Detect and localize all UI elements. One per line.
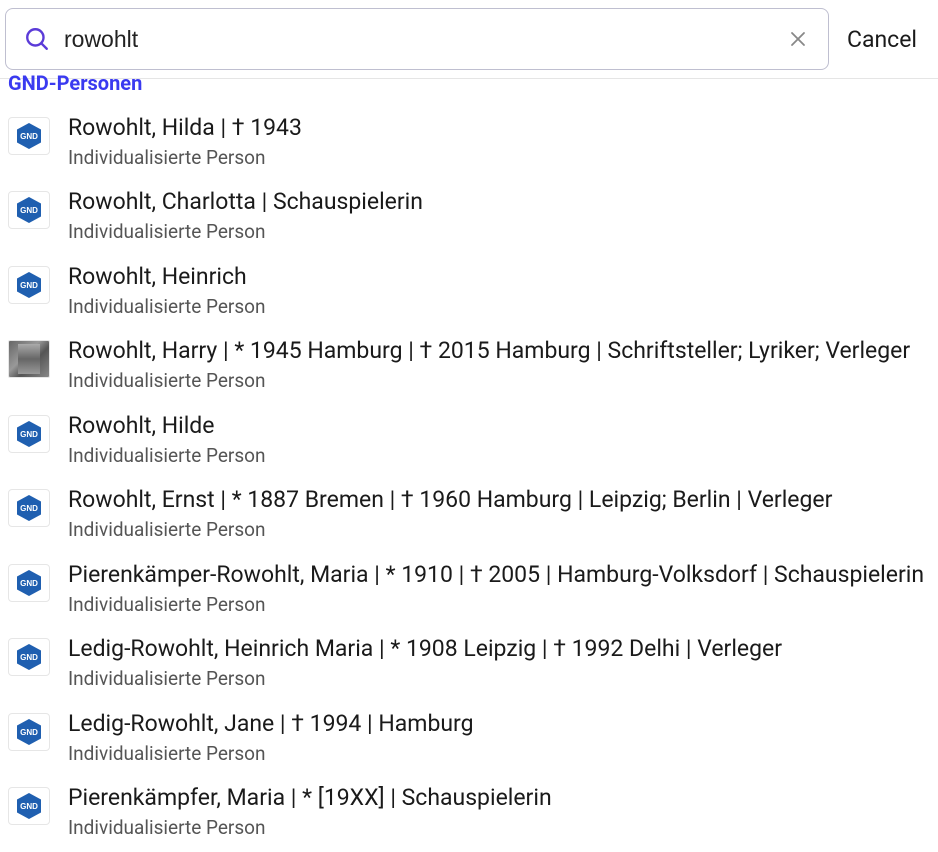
result-title: Ledig-Rowohlt, Heinrich Maria | * 1908 L… (68, 634, 930, 664)
gnd-hexagon-icon: GND (15, 643, 43, 671)
gnd-badge: GND (8, 266, 50, 304)
result-text: Pierenkämper-Rowohlt, Maria | * 1910 | †… (68, 560, 930, 618)
result-subtitle: Individualisierte Person (68, 592, 930, 619)
result-text: Ledig-Rowohlt, Jane | † 1994 | Hamburg I… (68, 709, 930, 767)
gnd-badge: GND (8, 191, 50, 229)
svg-text:GND: GND (20, 728, 38, 737)
result-subtitle: Individualisierte Person (68, 741, 930, 768)
search-bar: Cancel (0, 0, 938, 79)
result-title: Rowohlt, Hilde (68, 411, 930, 441)
result-item[interactable]: GND Rowohlt, Ernst | * 1887 Bremen | † 1… (8, 479, 930, 553)
svg-text:GND: GND (20, 430, 38, 439)
result-subtitle: Individualisierte Person (68, 666, 930, 693)
gnd-badge: GND (8, 117, 50, 155)
result-text: Rowohlt, Ernst | * 1887 Bremen | † 1960 … (68, 485, 930, 543)
result-subtitle: Individualisierte Person (68, 815, 930, 842)
svg-text:GND: GND (20, 504, 38, 513)
result-text: Rowohlt, Heinrich Individualisierte Pers… (68, 262, 930, 320)
result-title: Pierenkämper-Rowohlt, Maria | * 1910 | †… (68, 560, 930, 590)
result-title: Rowohlt, Ernst | * 1887 Bremen | † 1960 … (68, 485, 930, 515)
gnd-badge: GND (8, 415, 50, 453)
section-header: GND-Personen (0, 73, 938, 93)
result-title: Rowohlt, Charlotta | Schauspielerin (68, 187, 930, 217)
gnd-hexagon-icon: GND (15, 196, 43, 224)
svg-text:GND: GND (20, 802, 38, 811)
result-subtitle: Individualisierte Person (68, 294, 930, 321)
clear-icon[interactable] (784, 25, 812, 53)
result-title: Rowohlt, Heinrich (68, 262, 930, 292)
result-item[interactable]: GND Pierenkämpfer, Maria | * [19XX] | Sc… (8, 777, 930, 851)
result-item[interactable]: GND Ledig-Rowohlt, Heinrich Maria | * 19… (8, 628, 930, 702)
svg-text:GND: GND (20, 281, 38, 290)
result-text: Rowohlt, Harry | * 1945 Hamburg | † 2015… (68, 336, 930, 394)
svg-text:GND: GND (20, 132, 38, 141)
result-item[interactable]: GND Rowohlt, Hilde Individualisierte Per… (8, 405, 930, 479)
gnd-badge: GND (8, 489, 50, 527)
result-subtitle: Individualisierte Person (68, 145, 930, 172)
gnd-hexagon-icon: GND (15, 494, 43, 522)
result-title: Pierenkämpfer, Maria | * [19XX] | Schaus… (68, 783, 930, 813)
search-icon (24, 26, 50, 52)
result-title: Rowohlt, Hilda | † 1943 (68, 113, 930, 143)
result-text: Rowohlt, Hilda | † 1943 Individualisiert… (68, 113, 930, 171)
result-text: Rowohlt, Hilde Individualisierte Person (68, 411, 930, 469)
svg-text:GND: GND (20, 579, 38, 588)
result-item[interactable]: GND Ledig-Rowohlt, Jane | † 1994 | Hambu… (8, 703, 930, 777)
gnd-hexagon-icon: GND (15, 569, 43, 597)
results-list: GND Rowohlt, Hilda | † 1943 Individualis… (0, 107, 938, 852)
result-title: Rowohlt, Harry | * 1945 Hamburg | † 2015… (68, 336, 930, 366)
result-subtitle: Individualisierte Person (68, 443, 930, 470)
result-title: Ledig-Rowohlt, Jane | † 1994 | Hamburg (68, 709, 930, 739)
gnd-hexagon-icon: GND (15, 718, 43, 746)
result-item[interactable]: GND Rowohlt, Charlotta | Schauspielerin … (8, 181, 930, 255)
gnd-hexagon-icon: GND (15, 271, 43, 299)
result-item[interactable]: Rowohlt, Harry | * 1945 Hamburg | † 2015… (8, 330, 930, 404)
result-item[interactable]: GND Rowohlt, Hilda | † 1943 Individualis… (8, 107, 930, 181)
search-input[interactable] (64, 26, 770, 53)
cancel-button[interactable]: Cancel (847, 26, 933, 53)
result-text: Ledig-Rowohlt, Heinrich Maria | * 1908 L… (68, 634, 930, 692)
result-subtitle: Individualisierte Person (68, 219, 930, 246)
gnd-hexagon-icon: GND (15, 122, 43, 150)
svg-text:GND: GND (20, 653, 38, 662)
result-item[interactable]: GND Rowohlt, Heinrich Individualisierte … (8, 256, 930, 330)
gnd-badge: GND (8, 787, 50, 825)
gnd-hexagon-icon: GND (15, 792, 43, 820)
gnd-badge: GND (8, 713, 50, 751)
result-text: Pierenkämpfer, Maria | * [19XX] | Schaus… (68, 783, 930, 841)
gnd-hexagon-icon: GND (15, 420, 43, 448)
result-item[interactable]: GND Pierenkämper-Rowohlt, Maria | * 1910… (8, 554, 930, 628)
person-photo-thumbnail (8, 340, 50, 378)
gnd-badge: GND (8, 638, 50, 676)
result-text: Rowohlt, Charlotta | Schauspielerin Indi… (68, 187, 930, 245)
result-subtitle: Individualisierte Person (68, 517, 930, 544)
result-subtitle: Individualisierte Person (68, 368, 930, 395)
svg-text:GND: GND (20, 206, 38, 215)
gnd-badge: GND (8, 564, 50, 602)
search-box[interactable] (5, 8, 829, 70)
